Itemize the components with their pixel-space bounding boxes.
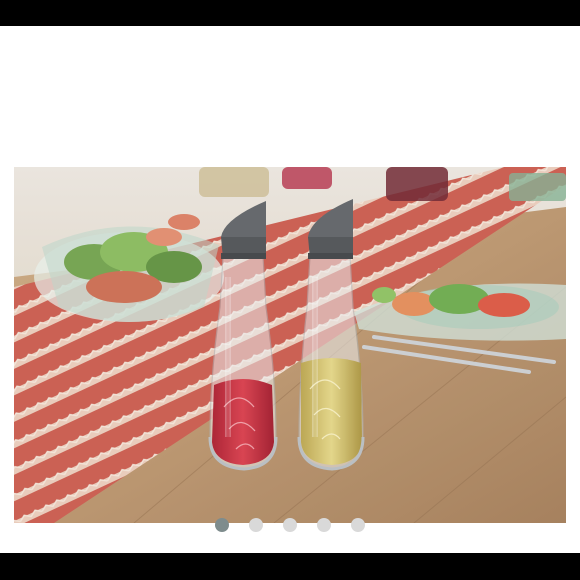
carousel-dot-5[interactable] — [351, 518, 365, 532]
carousel-dot-3[interactable] — [283, 518, 297, 532]
product-image[interactable] — [14, 167, 566, 523]
carousel-pagination — [0, 517, 580, 533]
screen — [0, 0, 580, 580]
carousel-dot-2[interactable] — [249, 518, 263, 532]
top-bar — [0, 0, 580, 26]
product-photo — [14, 167, 566, 523]
image-carousel[interactable] — [0, 26, 580, 553]
carousel-dot-1[interactable] — [215, 518, 229, 532]
bottom-bar — [0, 553, 580, 580]
carousel-dot-4[interactable] — [317, 518, 331, 532]
